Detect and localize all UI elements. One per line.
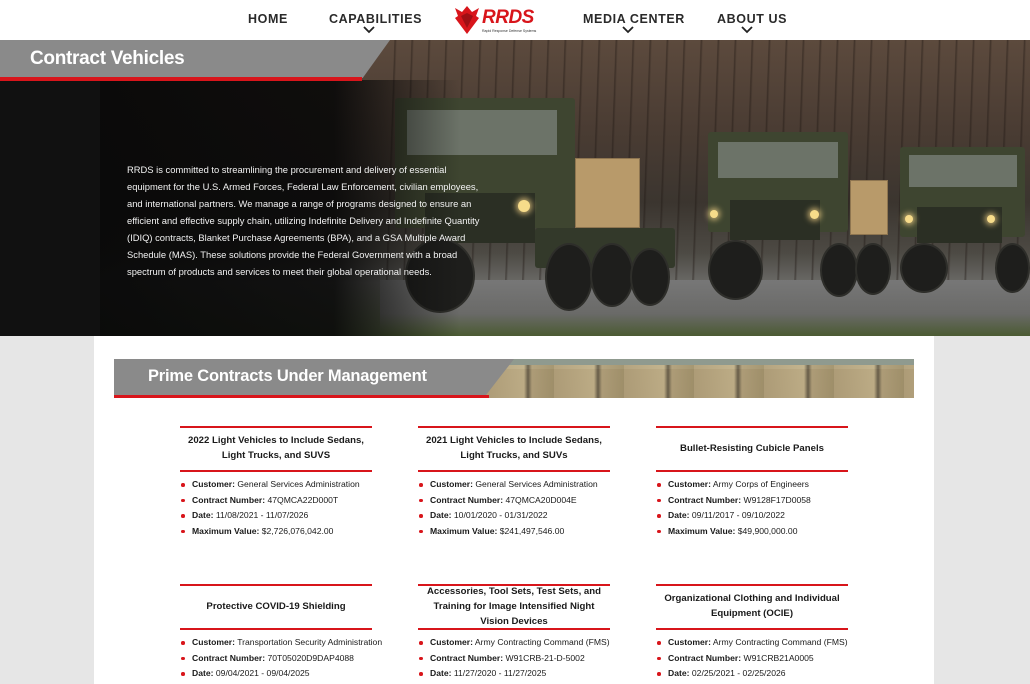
detail-date: Date: 09/04/2021 - 09/04/2025 [180,666,382,682]
detail-customer: Customer: General Services Administratio… [180,477,360,493]
detail-maximum-value: Maximum Value: $241,497,546.00 [418,524,598,540]
card-divider [656,470,848,472]
detail-customer: Customer: Army Contracting Command (FMS) [656,635,848,651]
humvee-row-image [484,365,914,398]
hero-red-stripe [0,77,362,81]
rrds-logo[interactable]: RRDS Rapid Response Defense Systems [452,4,542,36]
contract-details: Customer: Army Contracting Command (FMS)… [656,635,848,682]
detail-customer: Customer: Army Contracting Command (FMS) [418,635,610,651]
detail-contract-number: Contract Number: 70T05020D9DAP4088 [180,651,382,667]
detail-date: Date: 11/08/2021 - 11/07/2026 [180,508,360,524]
card-divider [418,628,610,630]
contract-details: Customer: Transportation Security Admini… [180,635,382,682]
card-divider [656,584,848,586]
page-title: Contract Vehicles [30,48,185,69]
chevron-down-icon[interactable] [741,26,753,34]
detail-date: Date: 11/27/2020 - 11/27/2025 [418,666,610,682]
contract-title: 2022 Light Vehicles to Include Sedans, L… [188,435,364,461]
nav-about-us[interactable]: ABOUT US [717,12,787,26]
contract-details: Customer: Army Contracting Command (FMS)… [418,635,610,682]
contract-title: Accessories, Tool Sets, Test Sets, and T… [427,585,601,627]
nav-home[interactable]: HOME [248,12,288,26]
card-divider [656,426,848,428]
card-divider [180,584,372,586]
eagle-shield-icon [455,6,479,34]
top-nav: HOME CAPABILITIES RRDS Rapid Response De… [0,0,1030,40]
card-divider [180,426,372,428]
detail-customer: Customer: General Services Administratio… [418,477,598,493]
prime-red-stripe [114,395,489,398]
contract-title: Organizational Clothing and Individual E… [664,593,840,619]
card-divider [180,628,372,630]
card-divider [418,426,610,428]
nav-capabilities[interactable]: CAPABILITIES [329,12,422,26]
contract-details: Customer: General Services Administratio… [180,477,360,539]
detail-date: Date: 02/25/2021 - 02/25/2026 [656,666,848,682]
detail-customer: Customer: Army Corps of Engineers [656,477,811,493]
contract-title: Protective COVID-19 Shielding [206,600,346,612]
contract-details: Customer: General Services Administratio… [418,477,598,539]
section-title: Prime Contracts Under Management [148,367,427,385]
nav-media-center[interactable]: MEDIA CENTER [583,12,685,26]
logo-text: RRDS [482,7,534,28]
military-truck-image [700,128,905,303]
contract-title: 2021 Light Vehicles to Include Sedans, L… [426,435,602,461]
main-content: Prime Contracts Under Management 2022 Li… [94,336,934,684]
hero-description: RRDS is committed to streamlining the pr… [127,164,480,277]
detail-customer: Customer: Transportation Security Admini… [180,635,382,651]
prime-contracts-banner: Prime Contracts Under Management [114,359,914,398]
detail-contract-number: Contract Number: 47QMCA20D004E [418,493,598,509]
card-divider [418,470,610,472]
logo-subtext: Rapid Response Defense Systems [482,29,537,33]
contract-details: Customer: Army Corps of Engineers Contra… [656,477,811,539]
detail-maximum-value: Maximum Value: $2,726,076,042.00 [180,524,360,540]
page: HOME CAPABILITIES RRDS Rapid Response De… [0,0,1030,684]
chevron-down-icon[interactable] [363,26,375,34]
detail-contract-number: Contract Number: 47QMCA22D000T [180,493,360,509]
detail-contract-number: Contract Number: W91CRB21A0005 [656,651,848,667]
hero-dark-panel [0,40,100,336]
chevron-down-icon[interactable] [622,26,634,34]
detail-date: Date: 09/11/2017 - 09/10/2022 [656,508,811,524]
military-truck-image [895,145,1030,295]
detail-contract-number: Contract Number: W91CRB-21-D-5002 [418,651,610,667]
detail-date: Date: 10/01/2020 - 01/31/2022 [418,508,598,524]
detail-contract-number: Contract Number: W9128F17D0058 [656,493,811,509]
card-divider [656,628,848,630]
detail-maximum-value: Maximum Value: $49,900,000.00 [656,524,811,540]
hero-banner: Contract Vehicles RRDS is committed to s… [0,40,1030,336]
card-divider [180,470,372,472]
contract-title: Bullet-Resisting Cubicle Panels [680,442,824,454]
